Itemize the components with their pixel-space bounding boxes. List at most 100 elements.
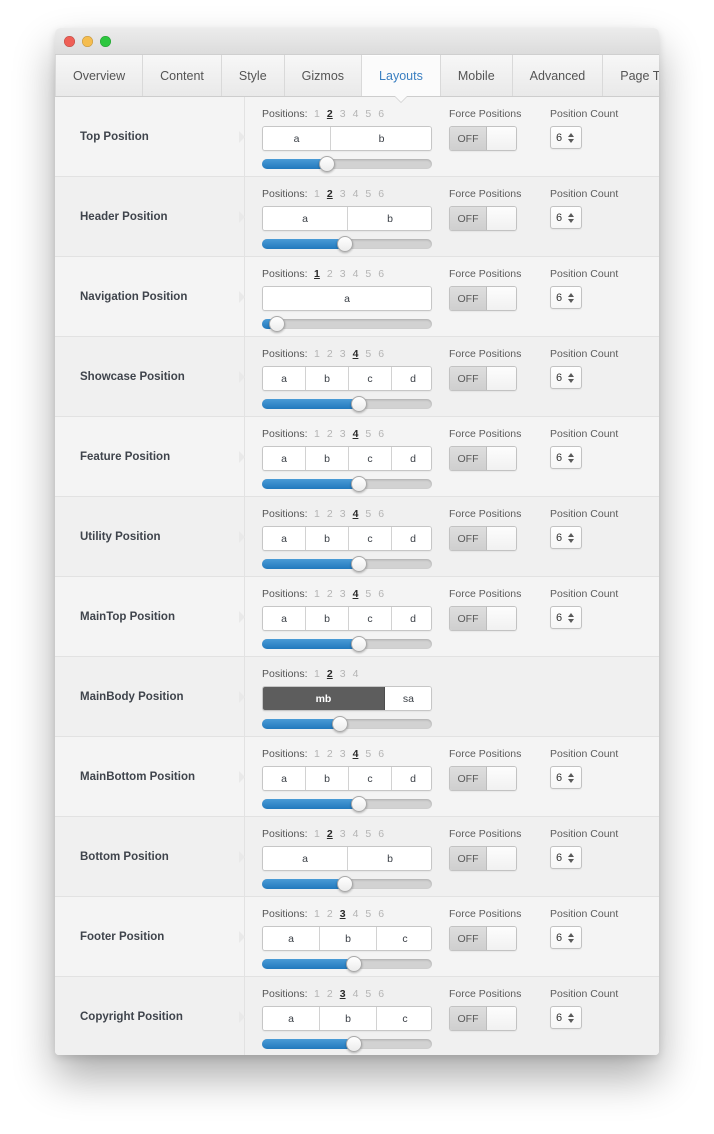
chevron-down-icon[interactable] xyxy=(568,458,575,463)
chevron-down-icon[interactable] xyxy=(568,938,575,943)
position-number-4[interactable]: 4 xyxy=(353,348,359,360)
position-number-6[interactable]: 6 xyxy=(378,108,384,120)
position-number-3[interactable]: 3 xyxy=(340,508,346,520)
tab-advanced[interactable]: Advanced xyxy=(513,55,604,96)
segment-b[interactable]: b xyxy=(348,847,431,870)
force-positions-toggle[interactable]: OFF xyxy=(449,1006,517,1031)
segment-a[interactable]: a xyxy=(263,607,306,630)
position-number-1[interactable]: 1 xyxy=(314,268,320,280)
toggle-thumb[interactable] xyxy=(487,527,516,550)
tab-mobile[interactable]: Mobile xyxy=(441,55,513,96)
segment-b[interactable]: b xyxy=(320,1007,377,1030)
toggle-thumb[interactable] xyxy=(487,367,516,390)
position-slider[interactable] xyxy=(262,396,432,412)
chevron-up-icon[interactable] xyxy=(568,292,575,297)
segment-d[interactable]: d xyxy=(392,367,431,390)
position-number-6[interactable]: 6 xyxy=(378,588,384,600)
position-number-2[interactable]: 2 xyxy=(327,748,333,760)
position-number-2[interactable]: 2 xyxy=(327,108,333,120)
slider-handle[interactable] xyxy=(318,156,335,172)
chevron-up-icon[interactable] xyxy=(568,852,575,857)
chevron-up-icon[interactable] xyxy=(568,532,575,537)
maximize-icon[interactable] xyxy=(100,35,111,47)
position-count-stepper[interactable]: 6 xyxy=(550,366,582,389)
chevron-up-icon[interactable] xyxy=(568,212,575,217)
position-number-4[interactable]: 4 xyxy=(353,588,359,600)
position-number-5[interactable]: 5 xyxy=(365,908,371,920)
position-number-2[interactable]: 2 xyxy=(327,188,333,200)
position-number-4[interactable]: 4 xyxy=(353,828,359,840)
position-number-4[interactable]: 4 xyxy=(353,988,359,1000)
position-number-1[interactable]: 1 xyxy=(314,428,320,440)
position-number-3[interactable]: 3 xyxy=(340,828,346,840)
position-number-6[interactable]: 6 xyxy=(378,908,384,920)
segment-a[interactable]: a xyxy=(263,447,306,470)
segment-a[interactable]: a xyxy=(263,367,306,390)
segment-b[interactable]: b xyxy=(348,207,431,230)
position-slider[interactable] xyxy=(262,636,432,652)
slider-handle[interactable] xyxy=(345,1036,362,1052)
position-number-2[interactable]: 2 xyxy=(327,668,333,680)
position-number-6[interactable]: 6 xyxy=(378,348,384,360)
position-number-1[interactable]: 1 xyxy=(314,828,320,840)
position-number-4[interactable]: 4 xyxy=(353,428,359,440)
position-slider[interactable] xyxy=(262,876,432,892)
chevron-down-icon[interactable] xyxy=(568,538,575,543)
position-slider[interactable] xyxy=(262,1036,432,1052)
position-number-1[interactable]: 1 xyxy=(314,188,320,200)
slider-handle[interactable] xyxy=(350,556,367,572)
position-count-stepper[interactable]: 6 xyxy=(550,286,582,309)
tab-layouts[interactable]: Layouts xyxy=(362,55,441,96)
chevron-up-icon[interactable] xyxy=(568,372,575,377)
segment-d[interactable]: d xyxy=(392,527,431,550)
position-number-3[interactable]: 3 xyxy=(340,588,346,600)
position-number-2[interactable]: 2 xyxy=(327,988,333,1000)
position-number-4[interactable]: 4 xyxy=(353,668,359,680)
segment-a[interactable]: a xyxy=(263,767,306,790)
position-number-5[interactable]: 5 xyxy=(365,428,371,440)
position-count-stepper[interactable]: 6 xyxy=(550,1006,582,1029)
chevron-down-icon[interactable] xyxy=(568,218,575,223)
segment-c[interactable]: c xyxy=(349,767,392,790)
position-number-5[interactable]: 5 xyxy=(365,268,371,280)
slider-handle[interactable] xyxy=(350,796,367,812)
position-count-stepper[interactable]: 6 xyxy=(550,606,582,629)
force-positions-toggle[interactable]: OFF xyxy=(449,926,517,951)
segment-a[interactable]: a xyxy=(263,207,348,230)
position-number-5[interactable]: 5 xyxy=(365,988,371,1000)
toggle-thumb[interactable] xyxy=(487,287,516,310)
segment-d[interactable]: d xyxy=(392,607,431,630)
position-number-4[interactable]: 4 xyxy=(353,748,359,760)
force-positions-toggle[interactable]: OFF xyxy=(449,766,517,791)
slider-handle[interactable] xyxy=(350,636,367,652)
position-number-4[interactable]: 4 xyxy=(353,268,359,280)
segment-a[interactable]: a xyxy=(263,527,306,550)
chevron-down-icon[interactable] xyxy=(568,298,575,303)
segment-b[interactable]: b xyxy=(306,767,349,790)
position-number-6[interactable]: 6 xyxy=(378,828,384,840)
position-slider[interactable] xyxy=(262,796,432,812)
position-number-1[interactable]: 1 xyxy=(314,908,320,920)
position-number-2[interactable]: 2 xyxy=(327,908,333,920)
position-count-stepper[interactable]: 6 xyxy=(550,126,582,149)
position-number-5[interactable]: 5 xyxy=(365,188,371,200)
position-number-6[interactable]: 6 xyxy=(378,268,384,280)
segment-a[interactable]: a xyxy=(263,127,332,150)
slider-handle[interactable] xyxy=(345,956,362,972)
position-count-stepper[interactable]: 6 xyxy=(550,846,582,869)
force-positions-toggle[interactable]: OFF xyxy=(449,366,517,391)
segment-mb[interactable]: mb xyxy=(263,687,385,710)
chevron-down-icon[interactable] xyxy=(568,858,575,863)
force-positions-toggle[interactable]: OFF xyxy=(449,526,517,551)
position-number-2[interactable]: 2 xyxy=(327,348,333,360)
segment-b[interactable]: b xyxy=(320,927,377,950)
force-positions-toggle[interactable]: OFF xyxy=(449,286,517,311)
position-slider[interactable] xyxy=(262,476,432,492)
segment-a[interactable]: a xyxy=(263,1007,320,1030)
slider-handle[interactable] xyxy=(350,396,367,412)
position-number-5[interactable]: 5 xyxy=(365,508,371,520)
position-count-stepper[interactable]: 6 xyxy=(550,526,582,549)
minimize-icon[interactable] xyxy=(82,35,93,47)
tab-overview[interactable]: Overview xyxy=(55,55,144,96)
force-positions-toggle[interactable]: OFF xyxy=(449,126,517,151)
